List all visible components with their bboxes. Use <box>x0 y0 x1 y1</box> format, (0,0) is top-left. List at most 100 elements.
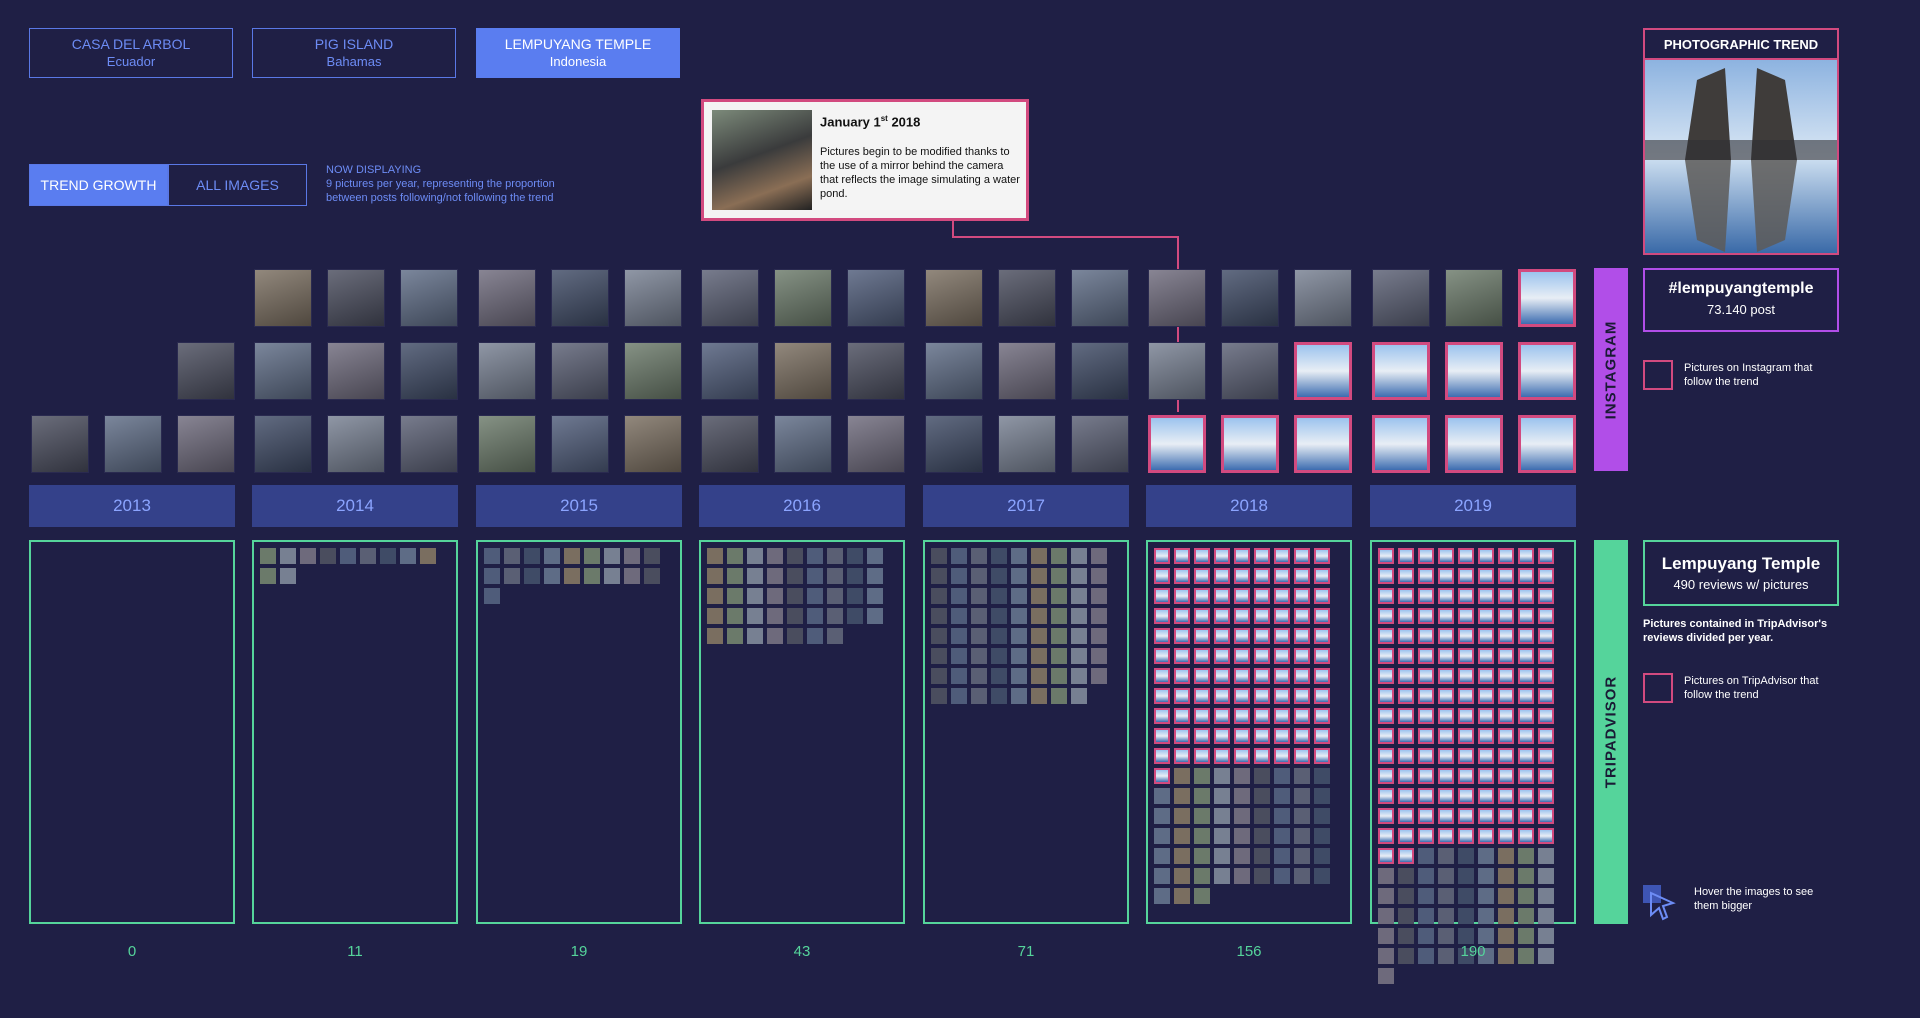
tripadvisor-image[interactable] <box>1174 828 1190 844</box>
instagram-trend-image-2018[interactable] <box>1148 415 1206 473</box>
tripadvisor-image[interactable] <box>644 568 660 584</box>
tripadvisor-image[interactable] <box>971 608 987 624</box>
tripadvisor-image[interactable] <box>971 568 987 584</box>
tripadvisor-image[interactable] <box>564 568 580 584</box>
tripadvisor-trend-image[interactable] <box>1154 608 1170 624</box>
tripadvisor-image[interactable] <box>504 548 520 564</box>
tripadvisor-trend-image[interactable] <box>1478 588 1494 604</box>
tripadvisor-trend-image[interactable] <box>1378 828 1394 844</box>
tripadvisor-trend-image[interactable] <box>1538 688 1554 704</box>
tripadvisor-trend-image[interactable] <box>1174 628 1190 644</box>
tripadvisor-trend-image[interactable] <box>1418 788 1434 804</box>
instagram-image-2014[interactable] <box>254 269 312 327</box>
tripadvisor-trend-image[interactable] <box>1498 548 1514 564</box>
instagram-image-2015[interactable] <box>624 269 682 327</box>
tripadvisor-trend-image[interactable] <box>1378 588 1394 604</box>
tripadvisor-image[interactable] <box>1418 848 1434 864</box>
tripadvisor-image[interactable] <box>951 548 967 564</box>
tripadvisor-image[interactable] <box>1314 788 1330 804</box>
tripadvisor-image[interactable] <box>1538 928 1554 944</box>
instagram-image-2013[interactable] <box>104 415 162 473</box>
tripadvisor-trend-image[interactable] <box>1438 668 1454 684</box>
tripadvisor-image[interactable] <box>1091 608 1107 624</box>
instagram-trend-image-2019[interactable] <box>1445 342 1503 400</box>
tripadvisor-trend-image[interactable] <box>1154 748 1170 764</box>
tripadvisor-trend-image[interactable] <box>1378 768 1394 784</box>
instagram-image-2017[interactable] <box>1071 342 1129 400</box>
tripadvisor-image[interactable] <box>767 588 783 604</box>
tripadvisor-trend-image[interactable] <box>1398 648 1414 664</box>
tripadvisor-image[interactable] <box>280 568 296 584</box>
tripadvisor-image[interactable] <box>991 628 1007 644</box>
instagram-trend-image-2019[interactable] <box>1372 342 1430 400</box>
instagram-image-2013[interactable] <box>177 415 235 473</box>
tripadvisor-trend-image[interactable] <box>1154 688 1170 704</box>
tripadvisor-trend-image[interactable] <box>1438 708 1454 724</box>
tripadvisor-trend-image[interactable] <box>1254 548 1270 564</box>
tripadvisor-image[interactable] <box>624 548 640 564</box>
tripadvisor-image[interactable] <box>951 608 967 624</box>
tripadvisor-trend-image[interactable] <box>1438 788 1454 804</box>
tripadvisor-trend-image[interactable] <box>1174 708 1190 724</box>
tripadvisor-trend-image[interactable] <box>1518 748 1534 764</box>
tripadvisor-image[interactable] <box>867 588 883 604</box>
tripadvisor-trend-image[interactable] <box>1458 688 1474 704</box>
tripadvisor-image[interactable] <box>484 588 500 604</box>
tripadvisor-trend-image[interactable] <box>1538 588 1554 604</box>
tripadvisor-trend-image[interactable] <box>1518 768 1534 784</box>
tripadvisor-image[interactable] <box>1031 608 1047 624</box>
tripadvisor-image[interactable] <box>340 548 356 564</box>
tripadvisor-image[interactable] <box>1194 868 1210 884</box>
tripadvisor-image[interactable] <box>260 548 276 564</box>
instagram-image-2017[interactable] <box>925 415 983 473</box>
tripadvisor-image[interactable] <box>1378 968 1394 984</box>
tripadvisor-trend-image[interactable] <box>1538 608 1554 624</box>
tripadvisor-trend-image[interactable] <box>1378 628 1394 644</box>
tripadvisor-image[interactable] <box>867 548 883 564</box>
tripadvisor-image[interactable] <box>1071 668 1087 684</box>
tripadvisor-image[interactable] <box>1518 888 1534 904</box>
tripadvisor-image[interactable] <box>1071 628 1087 644</box>
tripadvisor-trend-image[interactable] <box>1234 548 1250 564</box>
tripadvisor-trend-image[interactable] <box>1234 568 1250 584</box>
tripadvisor-trend-image[interactable] <box>1254 648 1270 664</box>
tripadvisor-trend-image[interactable] <box>1174 728 1190 744</box>
tripadvisor-trend-image[interactable] <box>1398 568 1414 584</box>
instagram-image-2015[interactable] <box>551 269 609 327</box>
tripadvisor-image[interactable] <box>1011 688 1027 704</box>
instagram-image-2014[interactable] <box>327 269 385 327</box>
tripadvisor-image[interactable] <box>1274 808 1290 824</box>
tripadvisor-trend-image[interactable] <box>1194 708 1210 724</box>
instagram-trend-image-2018[interactable] <box>1294 415 1352 473</box>
tripadvisor-trend-image[interactable] <box>1438 748 1454 764</box>
tripadvisor-image[interactable] <box>1234 828 1250 844</box>
tripadvisor-trend-image[interactable] <box>1538 548 1554 564</box>
instagram-image-2014[interactable] <box>254 342 312 400</box>
tripadvisor-trend-image[interactable] <box>1234 628 1250 644</box>
tripadvisor-image[interactable] <box>1011 648 1027 664</box>
tripadvisor-trend-image[interactable] <box>1378 788 1394 804</box>
tripadvisor-image[interactable] <box>991 588 1007 604</box>
tripadvisor-image[interactable] <box>1478 928 1494 944</box>
tripadvisor-trend-image[interactable] <box>1314 708 1330 724</box>
tripadvisor-trend-image[interactable] <box>1274 748 1290 764</box>
instagram-image-2017[interactable] <box>998 342 1056 400</box>
tripadvisor-trend-image[interactable] <box>1378 848 1394 864</box>
tripadvisor-trend-image[interactable] <box>1538 728 1554 744</box>
tripadvisor-trend-image[interactable] <box>1314 548 1330 564</box>
tripadvisor-trend-image[interactable] <box>1154 648 1170 664</box>
tripadvisor-image[interactable] <box>1031 588 1047 604</box>
tripadvisor-image[interactable] <box>1071 648 1087 664</box>
tripadvisor-image[interactable] <box>1438 888 1454 904</box>
instagram-image-2015[interactable] <box>478 269 536 327</box>
tripadvisor-trend-image[interactable] <box>1194 728 1210 744</box>
tripadvisor-image[interactable] <box>1071 608 1087 624</box>
tripadvisor-image[interactable] <box>951 628 967 644</box>
tripadvisor-image[interactable] <box>971 648 987 664</box>
tripadvisor-trend-image[interactable] <box>1418 668 1434 684</box>
tripadvisor-image[interactable] <box>951 668 967 684</box>
tripadvisor-trend-image[interactable] <box>1438 588 1454 604</box>
instagram-image-2017[interactable] <box>1071 269 1129 327</box>
tripadvisor-trend-image[interactable] <box>1498 628 1514 644</box>
tripadvisor-trend-image[interactable] <box>1478 828 1494 844</box>
